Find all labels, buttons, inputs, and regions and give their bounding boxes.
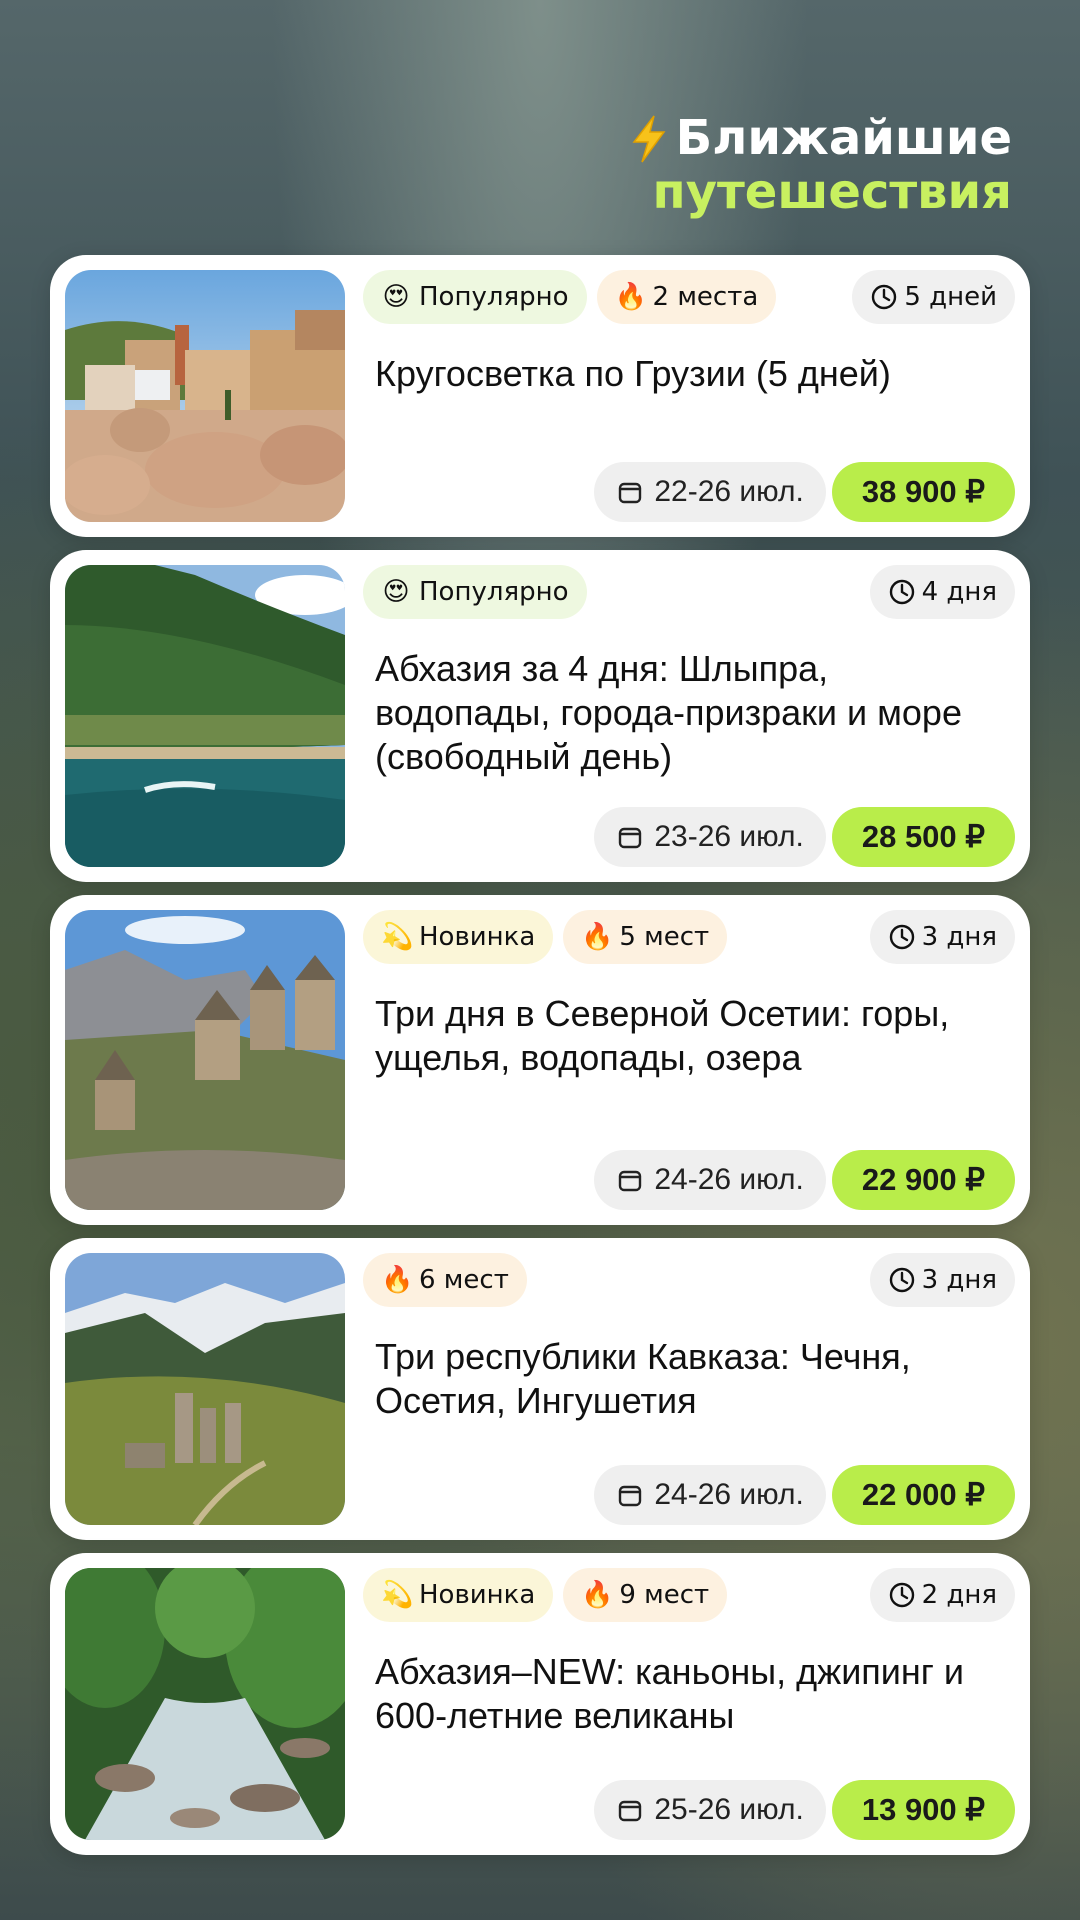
dizzy-star-icon: 💫: [381, 922, 414, 952]
price-button[interactable]: 28 500 ₽: [831, 807, 1015, 867]
fire-icon: 🔥: [581, 922, 614, 952]
duration-badge: 5 дней: [852, 270, 1015, 324]
tour-card[interactable]: 🔥 6 мест 3 дня Три республики Кавказа: Ч…: [50, 1238, 1030, 1540]
fire-icon: 🔥: [614, 282, 647, 312]
tour-title[interactable]: Кругосветка по Грузии (5 дней): [375, 352, 1005, 396]
spots-left-badge: 🔥 9 мест: [563, 1568, 728, 1622]
tour-title[interactable]: Три республики Кавказа: Чечня, Осетия, И…: [375, 1335, 1005, 1423]
tag-list: 💫 Новинка 🔥 9 мест: [363, 1568, 728, 1622]
tour-card[interactable]: 😍 Популярно 4 дня Абхазия за 4 дня: Шлып…: [50, 550, 1030, 882]
tour-title[interactable]: Абхазия–NEW: каньоны, джипинг и 600-летн…: [375, 1650, 1005, 1738]
price-button[interactable]: 22 000 ₽: [831, 1465, 1015, 1525]
clock-icon: [889, 579, 914, 605]
fire-icon: 🔥: [381, 1265, 414, 1295]
tour-image-valley-towers: [65, 1253, 345, 1525]
spots-left-badge: 🔥 2 места: [596, 270, 777, 324]
spots-left-badge: 🔥 5 мест: [563, 910, 728, 964]
tag-list: 😍 Популярно: [363, 565, 587, 619]
tour-card[interactable]: 💫 Новинка 🔥 9 мест 2 дня Абхазия–NEW: ка…: [50, 1553, 1030, 1855]
header-title-line1: Ближайшие: [675, 110, 1012, 166]
date-badge: 24-26 июл.: [594, 1150, 826, 1210]
section-header: Ближайшие путешествия: [628, 110, 1012, 220]
date-badge: 25-26 июл.: [594, 1780, 826, 1840]
lightning-icon: [632, 115, 666, 163]
new-badge: 💫 Новинка: [363, 910, 554, 964]
date-badge: 24-26 июл.: [594, 1465, 826, 1525]
calendar-icon: [619, 482, 642, 504]
heart-eyes-icon: 😍: [382, 282, 410, 312]
tour-image-old-town: [65, 270, 345, 522]
duration-badge: 3 дня: [869, 910, 1015, 964]
heart-eyes-icon: 😍: [382, 577, 410, 607]
tour-image-coast: [65, 565, 345, 867]
clock-icon: [889, 1267, 914, 1293]
tag-list: 🔥 6 мест: [363, 1253, 527, 1307]
tour-image-mountain-towers: [65, 910, 345, 1210]
tour-image-forest-river: [65, 1568, 345, 1840]
duration-badge: 3 дня: [869, 1253, 1015, 1307]
dizzy-star-icon: 💫: [381, 1580, 414, 1610]
date-badge: 23-26 июл.: [594, 807, 826, 867]
calendar-icon: [619, 1485, 642, 1507]
price-button[interactable]: 22 900 ₽: [831, 1150, 1015, 1210]
tour-card[interactable]: 💫 Новинка 🔥 5 мест 3 дня Три дня в Север…: [50, 895, 1030, 1225]
price-button[interactable]: 13 900 ₽: [831, 1780, 1015, 1840]
tag-list: 😍 Популярно 🔥 2 места: [363, 270, 777, 324]
new-badge: 💫 Новинка: [363, 1568, 554, 1622]
calendar-icon: [619, 827, 642, 849]
popular-badge: 😍 Популярно: [363, 270, 587, 324]
fire-icon: 🔥: [581, 1580, 614, 1610]
duration-badge: 2 дня: [869, 1568, 1015, 1622]
calendar-icon: [619, 1800, 642, 1822]
header-title-line2: путешествия: [652, 163, 1012, 220]
date-badge: 22-26 июл.: [594, 462, 826, 522]
clock-icon: [889, 924, 914, 950]
price-button[interactable]: 38 900 ₽: [831, 462, 1015, 522]
clock-icon: [889, 1582, 914, 1608]
popular-badge: 😍 Популярно: [363, 565, 587, 619]
tag-list: 💫 Новинка 🔥 5 мест: [363, 910, 728, 964]
duration-badge: 4 дня: [869, 565, 1015, 619]
tour-card[interactable]: 😍 Популярно 🔥 2 места 5 дней Кругосветка…: [50, 255, 1030, 537]
spots-left-badge: 🔥 6 мест: [363, 1253, 527, 1307]
calendar-icon: [619, 1170, 642, 1192]
tour-title[interactable]: Три дня в Северной Осетии: горы, ущелья,…: [375, 992, 1005, 1080]
tour-title[interactable]: Абхазия за 4 дня: Шлыпра, водопады, горо…: [375, 647, 1005, 779]
clock-icon: [872, 284, 897, 310]
